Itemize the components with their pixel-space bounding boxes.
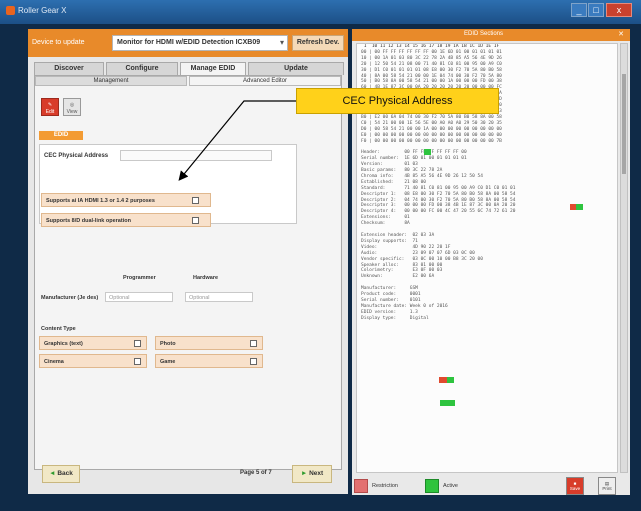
main-tabs: Discover Configure Manage EDID Update: [34, 62, 344, 75]
option-dual-link-checkbox[interactable]: [192, 217, 199, 224]
window-title: Roller Gear X: [18, 6, 67, 15]
app-window: Roller Gear X _ □ x Device to update Mon…: [0, 0, 641, 511]
programmer-column-header: Programmer: [123, 275, 156, 281]
restriction-legend-swatch: [354, 479, 368, 493]
pin-icon[interactable]: ✕: [618, 30, 624, 38]
content-type-photo-label: Photo: [160, 341, 176, 347]
maximize-button[interactable]: □: [588, 3, 604, 17]
content-type-graphics-checkbox[interactable]: [134, 340, 141, 347]
app-icon: [6, 6, 15, 15]
sub-tabs: Management Advanced Editor: [35, 76, 341, 86]
highlight-active-byte: [440, 400, 455, 406]
page-indicator: Page 5 of 7: [240, 470, 272, 476]
refresh-device-button[interactable]: Refresh Dev.: [292, 35, 344, 51]
edit-button[interactable]: ✎ Edit: [41, 98, 59, 116]
arrow-left-icon: ◄: [49, 470, 56, 477]
highlight-restricted-byte: [439, 377, 447, 383]
option-dual-link[interactable]: Supports 8/D dual-link operation: [41, 213, 211, 227]
tab-configure[interactable]: Configure: [106, 62, 178, 75]
cec-physical-address-label: CEC Physical Address: [44, 153, 109, 159]
content-type-game[interactable]: Game: [155, 354, 263, 368]
highlight-active-byte: [424, 149, 431, 155]
hex-line: Display type: Digital: [361, 315, 429, 321]
next-button[interactable]: ► Next: [292, 465, 332, 483]
tab-discover[interactable]: Discover: [34, 62, 104, 75]
title-bar: Roller Gear X _ □ x: [0, 0, 641, 24]
maximize-icon: □: [593, 5, 599, 15]
active-legend-swatch: [425, 479, 439, 493]
close-icon: x: [616, 5, 622, 15]
pencil-icon: ✎: [47, 102, 53, 108]
view-button-label: View: [66, 109, 78, 115]
highlight-active-byte: [447, 377, 454, 383]
content-type-photo-checkbox[interactable]: [250, 340, 257, 347]
content-type-game-checkbox[interactable]: [250, 358, 257, 365]
option-hdmi-purposes-checkbox[interactable]: [192, 197, 199, 204]
programmer-placeholder: Optional: [109, 295, 130, 301]
view-button[interactable]: ◎ View: [63, 98, 81, 116]
subtab-management[interactable]: Management: [35, 76, 187, 86]
option-hdmi-purposes[interactable]: Supports ai IA HDMI 1.3 or 1.4 2 purpose…: [41, 193, 211, 207]
content-type-graphics-label: Graphics (text): [44, 341, 83, 347]
edid-section-tag: EDID: [39, 131, 83, 140]
close-button[interactable]: x: [606, 3, 632, 17]
restriction-legend-label: Restriction: [372, 483, 398, 489]
edid-sections-title: EDID Sections: [464, 31, 504, 37]
hardware-column-header: Hardware: [193, 275, 219, 281]
content-type-cinema[interactable]: Cinema: [39, 354, 147, 368]
minimize-icon: _: [576, 5, 582, 15]
next-button-label: Next: [309, 470, 324, 477]
annotation-callout: CEC Physical Address: [296, 88, 499, 114]
minimize-button[interactable]: _: [571, 3, 587, 17]
content-type-game-label: Game: [160, 359, 176, 365]
content-type-cinema-checkbox[interactable]: [134, 358, 141, 365]
tab-manage-edid[interactable]: Manage EDID: [180, 62, 246, 75]
eye-icon: ◎: [69, 102, 75, 108]
hardware-input[interactable]: Optional: [185, 292, 253, 302]
edid-sections-header: EDID Sections ✕: [352, 29, 630, 41]
edit-button-label: Edit: [45, 109, 55, 115]
chevron-down-icon: ▾: [279, 38, 284, 47]
device-row: Device to update Monitor for HDMI w/EDID…: [28, 29, 348, 57]
device-select[interactable]: Monitor for HDMI w/EDID Detection ICXB09…: [112, 35, 288, 51]
print-button-label: Print: [602, 486, 612, 491]
option-hdmi-purposes-label: Supports ai IA HDMI 1.3 or 1.4 2 purpose…: [46, 198, 155, 204]
save-button[interactable]: ■ Save: [566, 477, 584, 495]
scrollbar-thumb[interactable]: [622, 74, 626, 174]
print-button[interactable]: ▤ Print: [598, 477, 616, 495]
manufacturer-label: Manufacturer (Je des): [41, 295, 99, 301]
content-type-graphics[interactable]: Graphics (text): [39, 336, 147, 350]
manage-edid-panel: Management Advanced Editor ✎ Edit ◎ View…: [34, 75, 342, 470]
content-type-cinema-label: Cinema: [44, 359, 64, 365]
arrow-right-icon: ►: [300, 470, 308, 477]
option-dual-link-label: Supports 8/D dual-link operation: [46, 218, 131, 224]
edid-fields-panel: CEC Physical Address: [39, 144, 297, 224]
active-legend-label: Active: [443, 483, 458, 489]
tab-update[interactable]: Update: [248, 62, 344, 75]
cec-physical-address-input[interactable]: [120, 150, 272, 161]
content-type-label: Content Type: [41, 326, 76, 332]
programmer-input[interactable]: Optional: [105, 292, 173, 302]
hex-scrollbar[interactable]: [620, 43, 628, 473]
highlight-active-byte: [576, 204, 583, 210]
back-button[interactable]: ◄ Back: [42, 465, 80, 483]
save-button-label: Save: [569, 486, 581, 491]
device-select-value: Monitor for HDMI w/EDID Detection ICXB09: [117, 39, 261, 46]
subtab-advanced-editor[interactable]: Advanced Editor: [189, 76, 341, 86]
hardware-placeholder: Optional: [189, 295, 210, 301]
content-type-photo[interactable]: Photo: [155, 336, 263, 350]
device-label: Device to update: [32, 39, 85, 46]
back-button-label: Back: [57, 470, 73, 477]
